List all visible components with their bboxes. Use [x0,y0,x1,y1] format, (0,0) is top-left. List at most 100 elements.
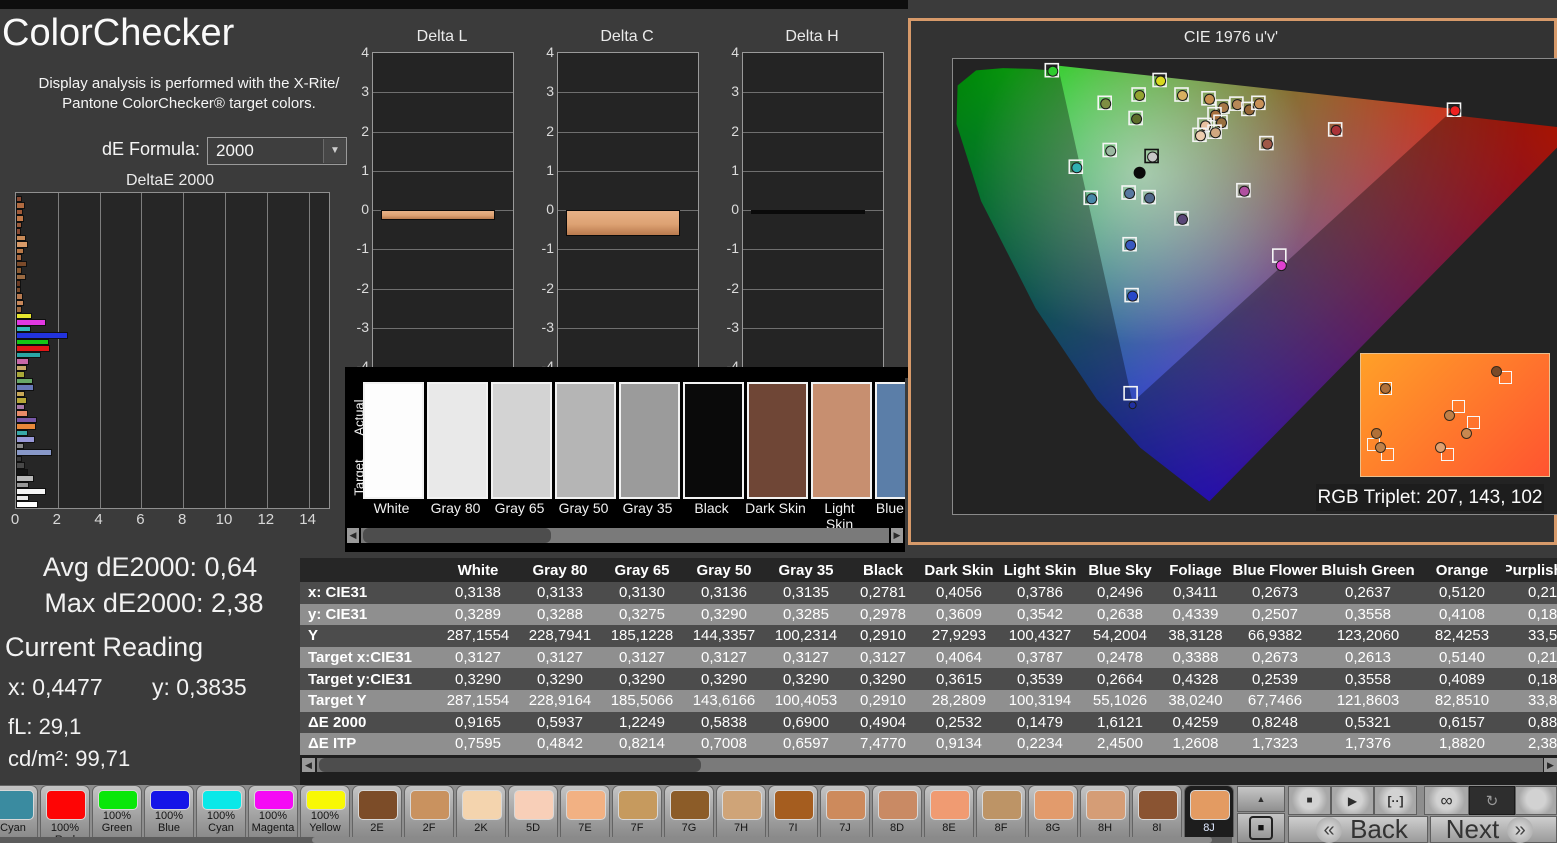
current-cdm2: cd/m²: 99,71 [8,746,130,772]
patch-tab-100Yellow[interactable]: 100% Yellow [300,785,350,837]
patch-tab-label: 100% Cyan [197,810,245,834]
table-cell: 0,1882 [1506,604,1557,626]
patch-tab-8D[interactable]: 8D [872,785,922,837]
patch-tab-100Blue[interactable]: 100% Blue [144,785,194,837]
patch-tab-8F[interactable]: 8F [976,785,1026,837]
window-mode-button[interactable]: ■ [1237,813,1285,843]
table-cell: 0,3135 [765,582,847,604]
colorchecker-screen: ColorChecker Display analysis is perform… [0,0,1557,843]
patch-tab-7F[interactable]: 7F [612,785,662,837]
stop-button[interactable]: ■ [1288,786,1331,815]
table-cell: 0,4064 [919,647,999,669]
patch-tab-100Green[interactable]: 100% Green [92,785,142,837]
deltaE2000-chart: DeltaE 2000 02468101214 [0,170,345,532]
table-cell: 0,3127 [519,647,601,669]
cie-title: CIE 1976 u'v' [1031,29,1431,47]
patch-tab-7J[interactable]: 7J [820,785,870,837]
table-cell: 1,7323 [1232,733,1318,755]
gridline [558,92,698,93]
chevron-down-icon[interactable]: ▼ [323,139,346,163]
table-header-cell: Gray 80 [519,558,601,582]
table-cell: 0,1479 [999,712,1081,734]
patch-tab-swatch [202,790,242,810]
tab-scroll-up-button[interactable]: ▲ [1237,786,1285,812]
patch-tab-8G[interactable]: 8G [1028,785,1078,837]
patch-tab-label: 8J [1185,822,1233,834]
cie-measured-point [1178,91,1188,101]
refresh-button[interactable]: ↻ [1469,786,1515,815]
table-cell: 2,3864 [1506,733,1557,755]
play-button[interactable]: ▶ [1331,786,1374,815]
inset-measured-point [1371,428,1382,439]
patch-tab-100Cyan[interactable]: 100% Cyan [196,785,246,837]
patch-tab-2E[interactable]: 2E [352,785,402,837]
next-button[interactable]: Next » [1430,816,1557,843]
patch-tab-2K[interactable]: 2K [456,785,506,837]
tabs-scrollbar[interactable] [0,837,1232,843]
table-scroll-left-icon[interactable]: ◀ [302,758,315,772]
patch-tab-2F[interactable]: 2F [404,785,454,837]
patch-tab-label: 8H [1081,822,1129,834]
table-cell: 0,3133 [519,582,601,604]
table-cell: 100,4327 [999,625,1081,647]
x-tick-label: 2 [45,511,69,528]
patch-tab-7I[interactable]: 7I [768,785,818,837]
table-cell: 0,4904 [847,712,919,734]
table-header-cell: Blue Sky [1081,558,1159,582]
scroll-right-icon[interactable]: ▶ [891,528,903,543]
blank-button[interactable] [1515,786,1557,815]
patch-tab-swatch [878,790,918,820]
series-button[interactable]: [··] [1374,786,1417,815]
continuous-button[interactable]: ∞ [1424,786,1469,815]
y-tick-label: -1 [715,240,739,256]
table-cell: 0,3127 [847,647,919,669]
table-cell: 0,3411 [1159,582,1232,604]
patch-tab-5D[interactable]: 5D [508,785,558,837]
back-button[interactable]: « Back [1288,816,1428,843]
table-cell: 0,3289 [437,604,519,626]
patch-swatch [747,382,808,499]
infinity-icon: ∞ [1440,791,1452,811]
patch-tab-8E[interactable]: 8E [924,785,974,837]
patch-tab-swatch [1034,790,1074,820]
table-scroll-right-icon[interactable]: ▶ [1544,758,1557,772]
table-cell: 100,2314 [765,625,847,647]
patch-tab-label: 7F [613,822,661,834]
scroll-left-icon[interactable]: ◀ [347,528,359,543]
table-cell: 0,3290 [765,668,847,690]
patch-tab-7G[interactable]: 7G [664,785,714,837]
cie-measured-point [1148,152,1158,162]
inset-measured-point [1444,410,1455,421]
patch-tab-8H[interactable]: 8H [1080,785,1130,837]
cie-zoom-inset [1360,353,1550,477]
table-cell: 0,2496 [1081,582,1159,604]
cie-measured-point [1196,131,1206,141]
table-cell: 185,1228 [601,625,683,647]
table-scrollbar-thumb[interactable] [319,758,701,772]
table-cell: 0,2664 [1081,668,1159,690]
table-cell: 0,3127 [765,647,847,669]
rgb-triplet-caption: RGB Triplet: 207, 143, 102 [1316,484,1544,511]
patch-tab-8J[interactable]: 8J [1184,785,1234,837]
inset-target-square [1452,400,1465,413]
patch-tab-100Magenta[interactable]: 100% Magenta [248,785,298,837]
de-formula-dropdown[interactable]: 2000 ▼ [207,137,347,165]
table-cell: 0,3127 [601,647,683,669]
table-cell: 0,3130 [601,582,683,604]
patch-tab-100Red[interactable]: 100% Red [40,785,90,837]
table-header-cell: Gray 65 [601,558,683,582]
tabs-scrollbar-thumb[interactable] [312,837,1212,843]
swatch-scrollbar[interactable] [361,528,889,543]
y-tick-label: -3 [345,319,369,335]
y-tick-label: 4 [530,44,554,60]
cie-measured-point [1211,128,1221,138]
patch-tab-Cyan[interactable]: Cyan [0,785,38,837]
patch-tab-7E[interactable]: 7E [560,785,610,837]
patch-tab-7H[interactable]: 7H [716,785,766,837]
patch-tab-8I[interactable]: 8I [1132,785,1182,837]
table-cell: 1,2249 [601,712,683,734]
gridline [267,193,268,508]
y-tick-label: -2 [345,280,369,296]
swatch-scrollbar-thumb[interactable] [363,528,551,543]
table-scrollbar[interactable] [317,758,1543,772]
